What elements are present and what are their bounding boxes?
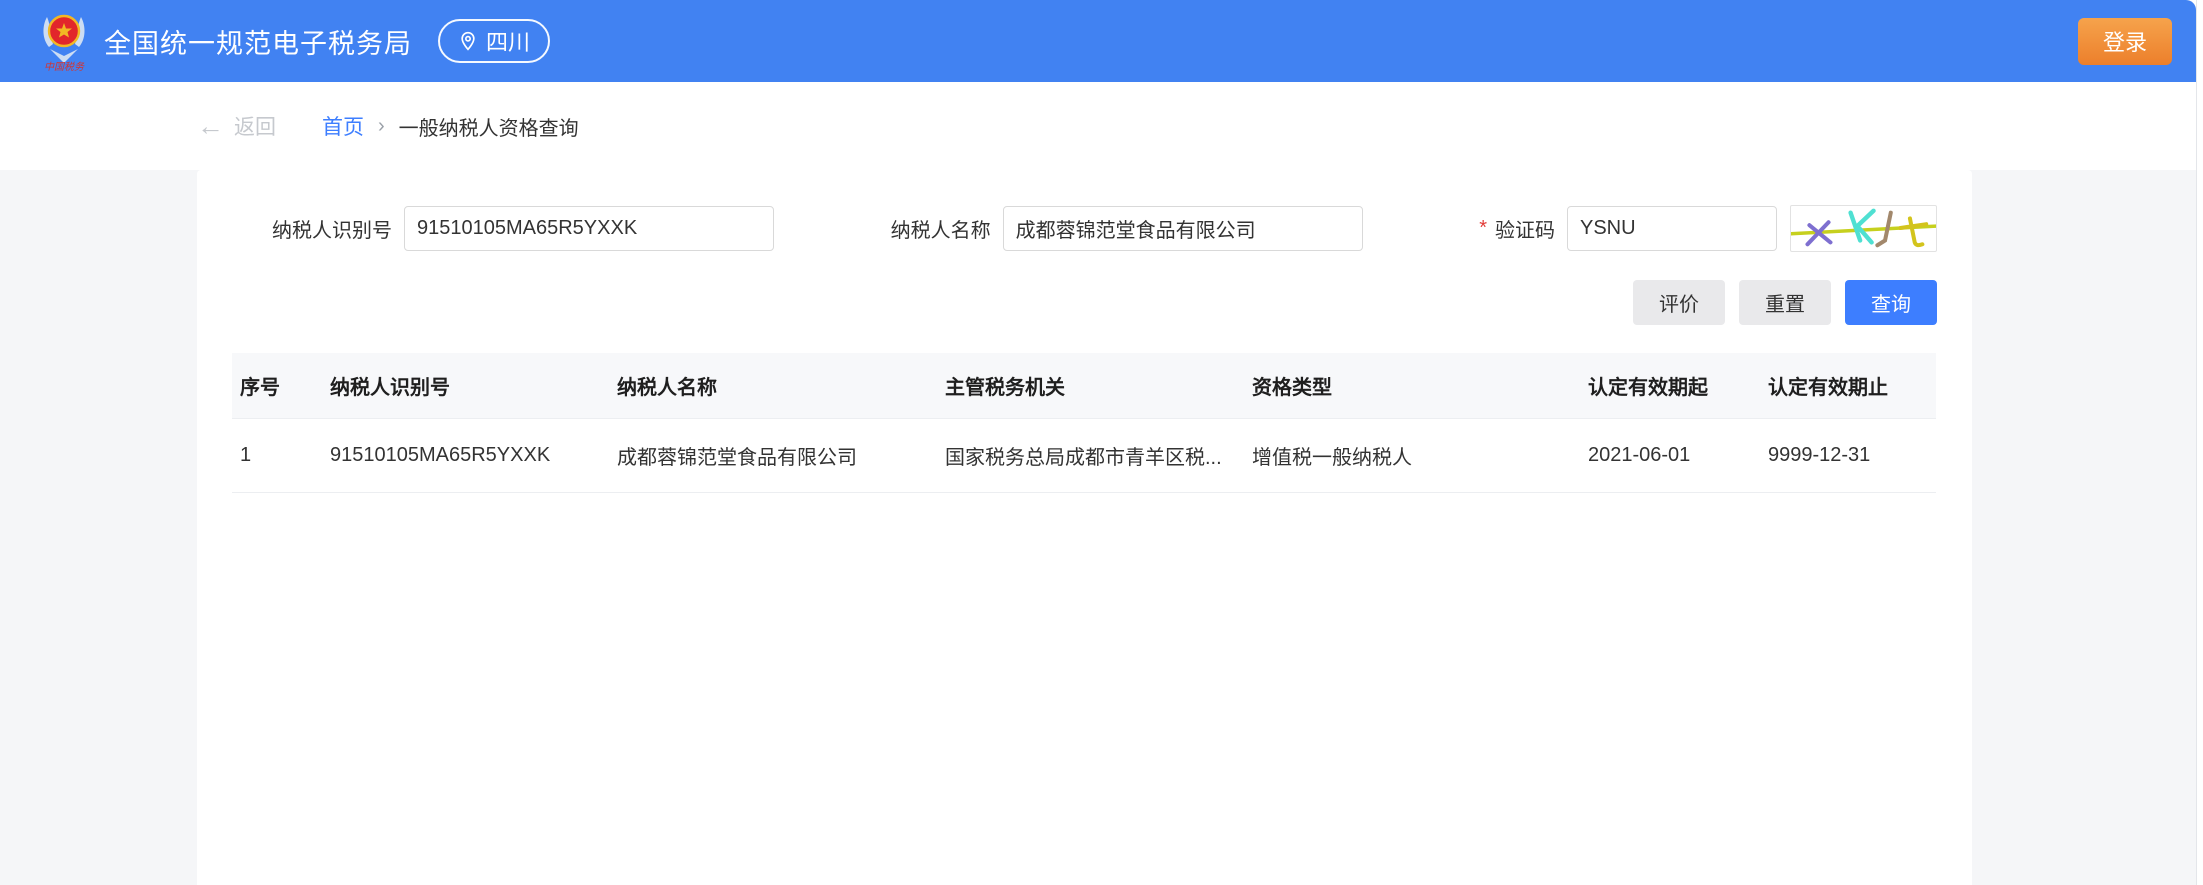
taxpayer-id-field: 纳税人识别号 [272, 206, 774, 251]
query-button[interactable]: 查询 [1845, 280, 1937, 325]
evaluate-button[interactable]: 评价 [1633, 280, 1725, 325]
col-qualification-type: 资格类型 [1244, 353, 1580, 418]
taxpayer-id-input[interactable] [404, 206, 774, 251]
required-marker: * [1479, 217, 1487, 240]
captcha-field: * 验证码 [1479, 205, 1937, 252]
right-edge-strip [2196, 0, 2203, 885]
app-title: 全国统一规范电子税务局 [104, 22, 412, 61]
col-tax-authority: 主管税务机关 [937, 353, 1244, 418]
login-button[interactable]: 登录 [2078, 18, 2172, 65]
breadcrumb-home[interactable]: 首页 [322, 111, 364, 141]
main-wrapper: 中国税务 全国统一规范电子税务局 四川 登录 ← 返回 首页 › 一般纳税人资格… [0, 0, 2196, 885]
query-form: 纳税人识别号 纳税人名称 * 验证码 [232, 205, 1937, 252]
cell-valid-to: 9999-12-31 [1760, 418, 1936, 492]
region-selector[interactable]: 四川 [438, 19, 550, 63]
captcha-image[interactable] [1790, 205, 1937, 252]
reset-button[interactable]: 重置 [1739, 280, 1831, 325]
taxpayer-name-label: 纳税人名称 [891, 214, 991, 243]
logo-caption: 中国税务 [44, 61, 85, 71]
taxpayer-name-input[interactable] [1003, 206, 1363, 251]
taxpayer-id-label: 纳税人识别号 [272, 214, 392, 243]
back-button[interactable]: ← 返回 [197, 111, 276, 141]
cell-seq: 1 [232, 418, 322, 492]
col-valid-to: 认定有效期止 [1760, 353, 1936, 418]
breadcrumb-separator-icon: › [378, 115, 385, 138]
cell-taxpayer-name: 成都蓉锦范堂食品有限公司 [609, 418, 937, 492]
region-label: 四川 [486, 25, 530, 57]
table-header-row: 序号 纳税人识别号 纳税人名称 主管税务机关 资格类型 认定有效期起 认定有效期… [232, 353, 1936, 418]
col-taxpayer-name: 纳税人名称 [609, 353, 937, 418]
location-pin-icon [458, 31, 478, 51]
table-row: 1 91510105MA65R5YXXK 成都蓉锦范堂食品有限公司 国家税务总局… [232, 418, 1936, 492]
content-background: 纳税人识别号 纳税人名称 * 验证码 [0, 170, 2196, 885]
cell-valid-from: 2021-06-01 [1580, 418, 1760, 492]
results-table: 序号 纳税人识别号 纳税人名称 主管税务机关 资格类型 认定有效期起 认定有效期… [232, 353, 1936, 493]
breadcrumb: ← 返回 首页 › 一般纳税人资格查询 [0, 82, 2196, 170]
app-header: 中国税务 全国统一规范电子税务局 四川 登录 [0, 0, 2196, 82]
back-label: 返回 [234, 111, 276, 141]
col-taxpayer-id: 纳税人识别号 [322, 353, 609, 418]
query-card: 纳税人识别号 纳税人名称 * 验证码 [197, 170, 1972, 885]
captcha-label: 验证码 [1495, 214, 1555, 243]
action-buttons: 评价 重置 查询 [232, 280, 1937, 325]
cell-tax-authority: 国家税务总局成都市青羊区税... [937, 418, 1244, 492]
brand: 中国税务 全国统一规范电子税务局 [40, 11, 412, 71]
captcha-input[interactable] [1567, 206, 1777, 251]
page: 中国税务 全国统一规范电子税务局 四川 登录 ← 返回 首页 › 一般纳税人资格… [0, 0, 2203, 885]
breadcrumb-current: 一般纳税人资格查询 [399, 112, 579, 141]
tax-bureau-emblem-logo: 中国税务 [40, 11, 88, 71]
taxpayer-name-field: 纳税人名称 [891, 206, 1363, 251]
back-arrow-icon: ← [197, 113, 224, 140]
cell-qualification-type: 增值税一般纳税人 [1244, 418, 1580, 492]
col-valid-from: 认定有效期起 [1580, 353, 1760, 418]
col-seq: 序号 [232, 353, 322, 418]
cell-taxpayer-id: 91510105MA65R5YXXK [322, 418, 609, 492]
